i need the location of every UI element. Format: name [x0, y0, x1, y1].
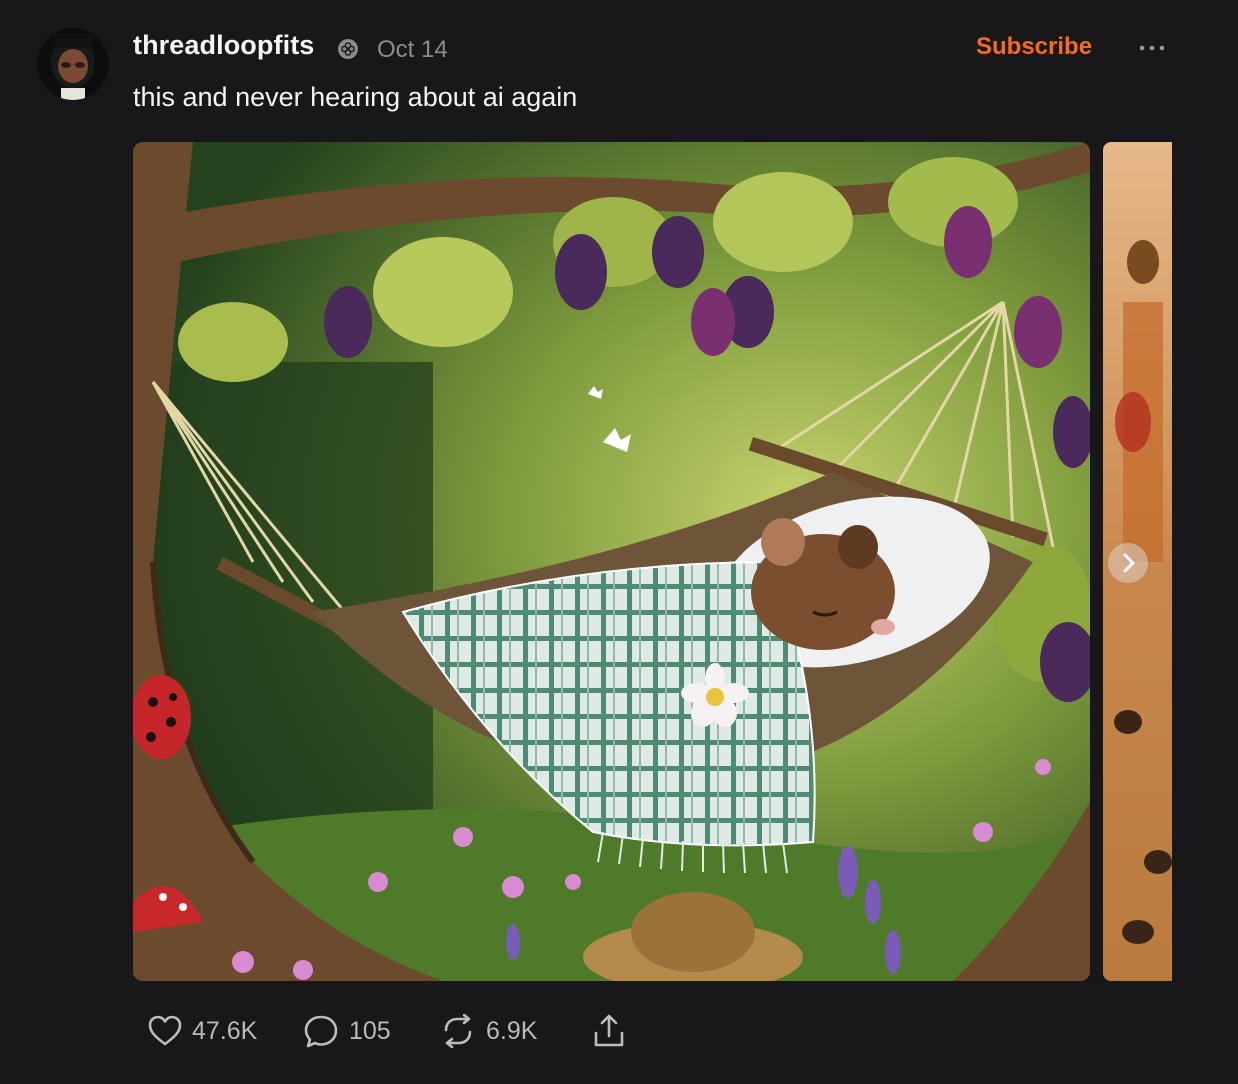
mouse-hammock-illustration: [133, 142, 1090, 981]
next-image-button[interactable]: [1108, 543, 1148, 583]
avatar[interactable]: [37, 28, 109, 100]
post-text: this and never hearing about ai again: [133, 82, 578, 112]
chevron-right-icon: [1123, 553, 1135, 573]
subscribe-button[interactable]: Subscribe: [976, 33, 1092, 61]
flower-badge-icon: [338, 39, 358, 59]
comment-bubble-icon: [304, 1015, 338, 1048]
share-icon: [594, 1014, 624, 1047]
post-image[interactable]: [133, 142, 1090, 981]
repost-arrows-icon: [444, 1014, 472, 1048]
author-handle[interactable]: threadloopfits: [133, 30, 314, 61]
comment-button[interactable]: 105: [303, 1008, 391, 1054]
share-button[interactable]: [592, 1008, 626, 1054]
like-button[interactable]: 47.6K: [148, 1008, 257, 1054]
post-date: Oct 14: [377, 36, 448, 63]
heart-icon: [148, 1015, 182, 1046]
like-count: 47.6K: [192, 1016, 258, 1045]
repost-count: 6.9K: [486, 1016, 538, 1045]
comment-count: 105: [349, 1016, 391, 1045]
post-actions: 47.6K 105 6.9K: [0, 1008, 700, 1054]
more-dots-icon[interactable]: [1136, 36, 1168, 60]
repost-button[interactable]: 6.9K: [440, 1008, 537, 1054]
avatar-image: [37, 28, 109, 100]
